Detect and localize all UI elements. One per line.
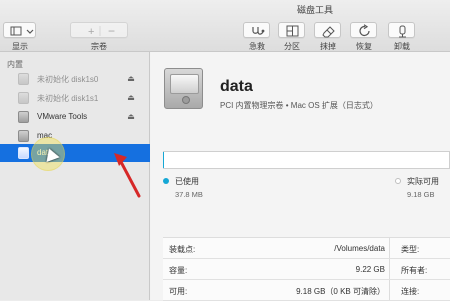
- disk-icon: [18, 111, 29, 123]
- available-label: 实际可用: [407, 177, 439, 186]
- info-key: 容量:: [169, 266, 188, 275]
- volume-description: PCI 内置物理宗卷 • Mac OS 扩展（日志式）: [220, 101, 378, 110]
- hard-drive-icon: [164, 68, 203, 109]
- annotation-arrow-icon: [114, 153, 141, 198]
- erase-button[interactable]: [314, 22, 341, 38]
- sidebar-toggle-icon: [10, 26, 34, 36]
- available-value: 9.18 GB: [407, 190, 435, 199]
- stethoscope-icon: [252, 27, 265, 35]
- info-row-mount-point: 装载点: /Volumes/data 类型:: [163, 238, 450, 259]
- available-indicator-icon: [395, 178, 401, 184]
- sidebar-item-label: VMware Tools: [37, 112, 88, 121]
- eject-icon[interactable]: ⏏: [126, 93, 136, 103]
- restore-icon: [359, 24, 370, 37]
- sidebar-item-disk1s0[interactable]: 未初始化 disk1s0 ⏏: [0, 70, 150, 88]
- volume-label: 宗卷: [91, 42, 107, 51]
- partition-icon: [286, 25, 299, 37]
- used-value: 37.8 MB: [175, 190, 203, 199]
- info-key: 可用:: [169, 287, 188, 296]
- sidebar-section-internal: 内置: [7, 60, 23, 69]
- info-value: 9.18 GB（0 KB 可清除）: [296, 287, 385, 296]
- partition-label: 分区: [284, 42, 300, 51]
- restore-label: 恢复: [356, 42, 372, 51]
- sidebar-item-label: 未初始化 disk1s0: [37, 75, 99, 84]
- info-side-key: 连接:: [401, 287, 420, 296]
- erase-icon: [322, 26, 335, 38]
- disk-icon: [18, 130, 29, 142]
- info-row-capacity: 容量: 9.22 GB 所有者:: [163, 259, 450, 280]
- svg-text:+: +: [88, 26, 94, 38]
- unmount-icon: [399, 25, 406, 38]
- unmount-label: 卸载: [394, 42, 410, 51]
- first-aid-label: 急救: [249, 42, 265, 51]
- partition-button[interactable]: [278, 22, 305, 38]
- erase-label: 抹掉: [320, 42, 336, 51]
- info-panel: 装载点: /Volumes/data 类型: 容量: 9.22 GB 所有者: …: [163, 237, 450, 301]
- display-button[interactable]: [3, 22, 36, 38]
- volume-details: data PCI 内置物理宗卷 • Mac OS 扩展（日志式） 已使用 37.…: [151, 52, 450, 301]
- sidebar-item-vmware-tools[interactable]: VMware Tools ⏏: [0, 108, 150, 126]
- info-row-available: 可用: 9.18 GB（0 KB 可清除） 连接:: [163, 280, 450, 301]
- used-indicator-icon: [163, 178, 169, 184]
- volume-button: + −: [70, 22, 128, 38]
- info-side-key: 所有者:: [401, 266, 428, 275]
- volume-button-icons: + −: [88, 24, 115, 38]
- eject-icon[interactable]: ⏏: [126, 74, 136, 84]
- disk-icon: [18, 147, 29, 159]
- info-value: 9.22 GB: [355, 265, 385, 274]
- capacity-used-segment: [163, 152, 165, 168]
- sidebar-item-mac[interactable]: mac: [0, 127, 150, 145]
- disk-icon: [18, 92, 29, 104]
- disk-icon: [18, 73, 29, 85]
- display-label: 显示: [12, 42, 28, 51]
- eject-icon[interactable]: ⏏: [126, 112, 136, 122]
- info-key: 装载点:: [169, 245, 196, 254]
- disk-utility-window: 磁盘工具 显示 + − 宗卷 急救 分区 抹掉 恢复 卸载 内置 未初始化 di…: [0, 0, 450, 301]
- info-side-key: 类型:: [401, 245, 420, 254]
- window-title: 磁盘工具: [296, 5, 333, 15]
- info-value: /Volumes/data: [334, 244, 385, 253]
- volume-name: data: [220, 78, 253, 95]
- sidebar-item-label: 未初始化 disk1s1: [37, 94, 99, 103]
- svg-text:−: −: [108, 24, 115, 38]
- toolbar: 磁盘工具 显示 + − 宗卷 急救 分区 抹掉 恢复 卸载: [0, 0, 450, 52]
- used-label: 已使用: [175, 177, 199, 186]
- sidebar-item-disk1s1[interactable]: 未初始化 disk1s1 ⏏: [0, 89, 150, 107]
- capacity-bar: [163, 151, 450, 169]
- first-aid-button[interactable]: [243, 22, 270, 38]
- restore-button[interactable]: [350, 22, 377, 38]
- unmount-button[interactable]: [388, 22, 415, 38]
